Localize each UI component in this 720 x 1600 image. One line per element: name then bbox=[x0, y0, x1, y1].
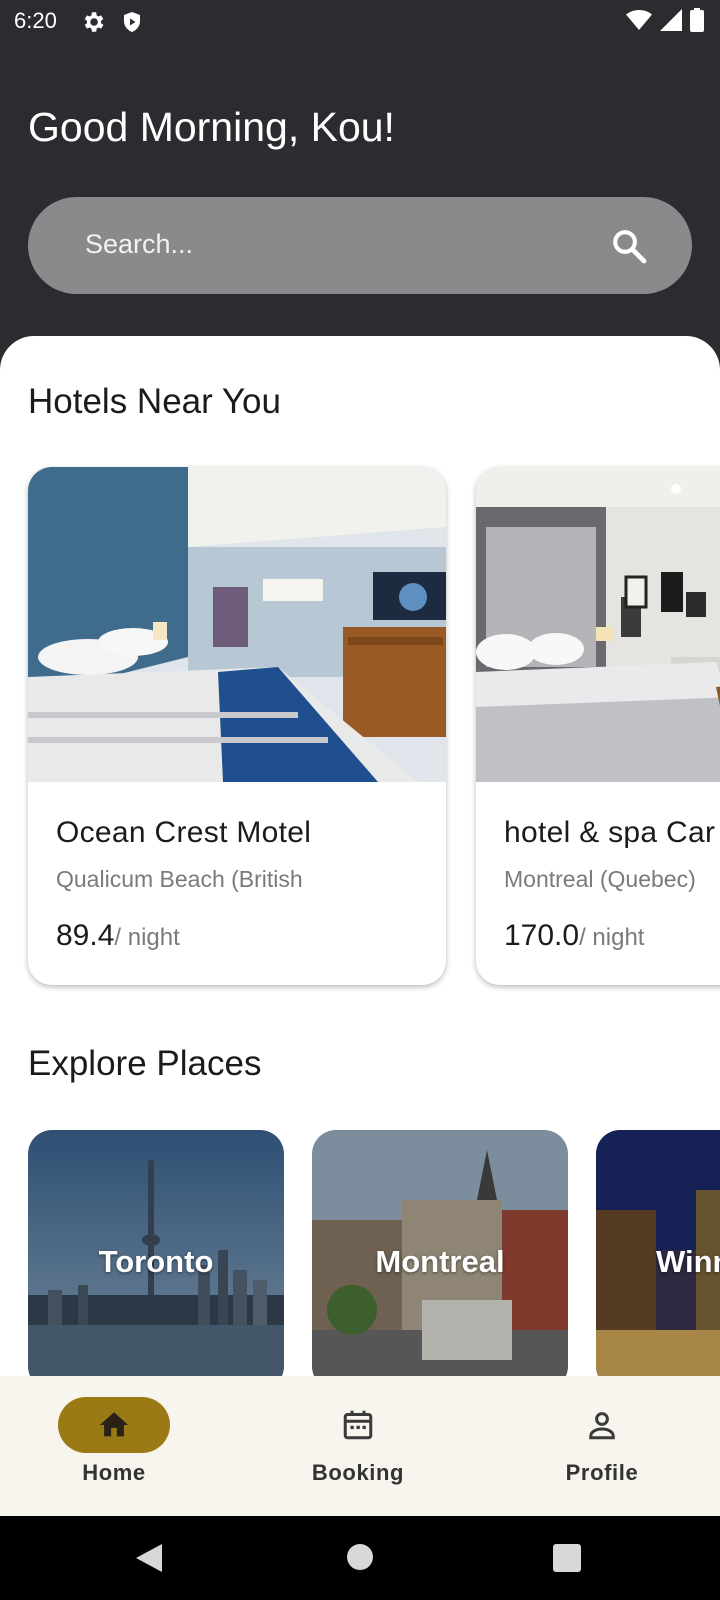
nav-label: Booking bbox=[311, 1460, 405, 1485]
place-name: Winn bbox=[656, 1244, 720, 1279]
search-icon[interactable] bbox=[610, 227, 648, 265]
hotel-name: hotel & spa Car bbox=[504, 816, 716, 849]
home-icon bbox=[99, 1412, 129, 1437]
status-time: 6:20 bbox=[14, 8, 57, 33]
nav-indicator bbox=[546, 1397, 658, 1453]
status-bar: 6:20 bbox=[0, 0, 720, 44]
bottom-nav: Home Booking Profile bbox=[0, 1376, 720, 1516]
price-value: 89.4 bbox=[56, 919, 115, 952]
price-value: 170.0 bbox=[504, 919, 580, 952]
places-section-title: Explore Places bbox=[28, 1044, 262, 1083]
price-unit: / night bbox=[114, 924, 180, 951]
hotel-card[interactable]: Ocean Crest Motel Qualicum Beach (Britis… bbox=[28, 467, 446, 985]
search-bar[interactable]: Search... bbox=[28, 197, 692, 294]
nav-item-profile[interactable]: Profile bbox=[506, 1376, 706, 1516]
nav-indicator bbox=[302, 1397, 414, 1453]
hotel-info: hotel & spa Car Montreal (Quebec) 170.0/… bbox=[476, 782, 720, 982]
hotel-info: Ocean Crest Motel Qualicum Beach (Britis… bbox=[28, 782, 446, 982]
place-card[interactable]: Winn bbox=[596, 1130, 720, 1376]
hotel-photo bbox=[28, 467, 446, 782]
hotels-section-title: Hotels Near You bbox=[28, 382, 281, 421]
search-input[interactable]: Search... bbox=[85, 229, 193, 260]
wifi-icon bbox=[626, 10, 652, 30]
gear-icon bbox=[84, 12, 104, 32]
hotel-location: Qualicum Beach (British bbox=[56, 866, 303, 892]
content-sheet: Hotels Near You Ocean Crest Motel Qualic… bbox=[0, 336, 720, 1376]
place-name: Toronto bbox=[98, 1244, 214, 1279]
person-icon bbox=[589, 1412, 615, 1440]
nav-item-home[interactable]: Home bbox=[18, 1376, 218, 1516]
hotel-price: 170.0/ night bbox=[504, 919, 644, 953]
status-icons bbox=[626, 8, 704, 32]
hotel-price: 89.4/ night bbox=[56, 919, 180, 953]
back-icon[interactable] bbox=[134, 1542, 164, 1574]
hotel-photo bbox=[476, 467, 720, 782]
place-card[interactable]: Toronto bbox=[28, 1130, 284, 1376]
nav-indicator bbox=[58, 1397, 170, 1453]
hotel-card[interactable]: hotel & spa Car Montreal (Quebec) 170.0/… bbox=[476, 467, 720, 985]
hotel-name: Ocean Crest Motel bbox=[56, 816, 312, 849]
nav-item-booking[interactable]: Booking bbox=[262, 1376, 462, 1516]
system-nav-bar bbox=[0, 1516, 720, 1600]
greeting-title: Good Morning, Kou! bbox=[28, 104, 395, 150]
recents-icon[interactable] bbox=[553, 1544, 581, 1572]
hotel-location: Montreal (Quebec) bbox=[504, 866, 696, 892]
calendar-icon bbox=[343, 1410, 373, 1440]
nav-label: Home bbox=[82, 1460, 146, 1485]
shield-icon bbox=[124, 12, 140, 32]
signal-icon bbox=[660, 9, 682, 31]
battery-icon bbox=[690, 8, 704, 32]
place-name: Montreal bbox=[375, 1244, 505, 1279]
place-card[interactable]: Montreal bbox=[312, 1130, 568, 1376]
home-circle-icon[interactable] bbox=[346, 1543, 374, 1571]
price-unit: / night bbox=[579, 924, 645, 951]
nav-label: Profile bbox=[565, 1460, 639, 1485]
